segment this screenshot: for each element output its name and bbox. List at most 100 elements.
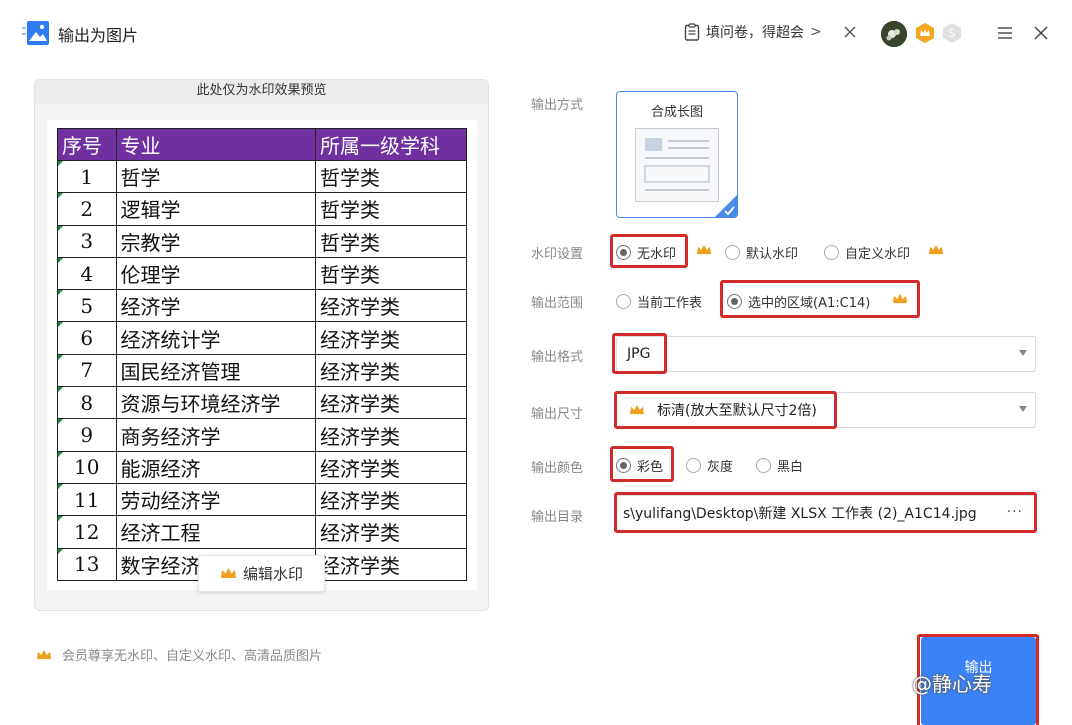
table-cell: 经济学类 xyxy=(315,386,467,420)
output-format-label: 输出格式 xyxy=(531,350,584,365)
table-row: 2 逻辑学 哲学类 xyxy=(57,192,467,226)
table-cell: 商务经济学 xyxy=(115,418,317,452)
output-mode-long-image-card[interactable]: 合成长图 xyxy=(616,91,738,218)
watermark-preview-panel: 此处仅为水印效果预览 序号 专业 所属一级学科 1 哲学 哲学类 2 逻辑学 哲学类 3 宗教学 哲学… xyxy=(34,79,489,611)
edit-watermark-button[interactable]: 编辑水印 xyxy=(198,555,325,592)
table-cell: 能源经济 xyxy=(115,450,317,484)
table-cell: 8 xyxy=(57,386,117,420)
table-row: 5 经济学 经济学类 xyxy=(57,289,467,323)
table-row: 6 经济统计学 经济学类 xyxy=(57,321,467,355)
table-header-row: 序号 专业 所属一级学科 xyxy=(57,128,467,161)
highlight-format xyxy=(612,333,667,374)
watermark-option-custom-label: 自定义水印 xyxy=(845,247,911,262)
dropdown-arrow-icon xyxy=(1019,406,1027,412)
radio-default[interactable] xyxy=(725,245,740,260)
long-image-icon xyxy=(635,128,719,202)
highlight-color xyxy=(610,446,674,482)
table-row: 11 劳动经济学 经济学类 xyxy=(57,482,467,517)
avatar[interactable] xyxy=(881,21,907,47)
output-size-label: 输出尺寸 xyxy=(531,407,584,422)
range-option-current-sheet[interactable]: 当前工作表 xyxy=(616,292,702,311)
table-cell: 经济学类 xyxy=(315,482,467,517)
close-survey-icon[interactable] xyxy=(842,24,858,40)
table-row: 9 商务经济学 经济学类 xyxy=(57,418,467,452)
table-cell: 11 xyxy=(57,482,117,517)
window-title: 输出为图片 xyxy=(58,26,139,45)
table-cell: 经济学类 xyxy=(315,353,467,388)
table-cell: 资源与环境经济学 xyxy=(115,386,317,420)
crown-icon xyxy=(929,244,943,255)
color-option-gray[interactable]: 灰度 xyxy=(686,456,733,475)
table-row: 4 伦理学 哲学类 xyxy=(57,256,467,291)
survey-text: 填问卷，得超会 xyxy=(706,25,804,41)
range-option-current-sheet-label: 当前工作表 xyxy=(637,296,703,311)
table-cell: 逻辑学 xyxy=(115,192,317,226)
title-bar: 输出为图片 填问卷，得超会 > S xyxy=(0,0,1072,70)
watermark-option-default[interactable]: 默认水印 xyxy=(725,243,798,262)
radio-gray[interactable] xyxy=(686,458,701,473)
avatar-image xyxy=(881,21,907,47)
menu-icon[interactable] xyxy=(996,24,1014,42)
member-note-text: 会员尊享无水印、自定义水印、高清品质图片 xyxy=(62,649,323,664)
watermark-option-custom[interactable]: 自定义水印 xyxy=(824,243,910,262)
super-member-badge-icon[interactable]: S xyxy=(941,22,963,44)
table-cell: 哲学 xyxy=(115,159,317,194)
table-cell: 13 xyxy=(57,547,117,581)
table-cell: 1 xyxy=(57,159,117,194)
radio-custom[interactable] xyxy=(824,245,839,260)
survey-link[interactable]: 填问卷，得超会 > xyxy=(684,22,822,42)
table-row: 3 宗教学 哲学类 xyxy=(57,224,467,258)
radio-current-sheet[interactable] xyxy=(616,294,631,309)
radio-bw[interactable] xyxy=(756,458,771,473)
table-cell: 经济学 xyxy=(115,289,317,323)
watermark-overlay-text: @静心寿 xyxy=(912,672,992,696)
output-mode-label: 输出方式 xyxy=(531,98,584,113)
table-cell: 经济学类 xyxy=(315,515,467,549)
output-format-select[interactable]: JPG xyxy=(616,336,1036,372)
color-option-bw-label: 黑白 xyxy=(777,460,804,475)
table-cell: 经济统计学 xyxy=(115,321,317,355)
crown-icon xyxy=(697,244,711,255)
output-mode-card-title: 合成长图 xyxy=(650,105,703,120)
table-header-cell: 所属一级学科 xyxy=(315,128,467,161)
table-row: 12 经济工程 经济学类 xyxy=(57,515,467,549)
highlight-directory xyxy=(614,492,1037,533)
output-color-label: 输出颜色 xyxy=(531,461,584,476)
close-window-icon[interactable] xyxy=(1032,24,1050,42)
table-header-cell: 专业 xyxy=(115,128,317,161)
table-cell: 哲学类 xyxy=(315,256,467,291)
table-cell: 经济学类 xyxy=(315,450,467,484)
highlight-range xyxy=(720,280,920,318)
preview-sheet: 序号 专业 所属一级学科 1 哲学 哲学类 2 逻辑学 哲学类 3 宗教学 哲学类 4 伦理学 哲学类 5 经济… xyxy=(47,120,477,590)
edit-watermark-label: 编辑水印 xyxy=(242,565,303,583)
table-cell: 10 xyxy=(57,450,117,484)
table-cell: 2 xyxy=(57,192,117,226)
clipboard-icon xyxy=(684,23,700,41)
color-option-bw[interactable]: 黑白 xyxy=(756,456,803,475)
table-header-cell: 序号 xyxy=(57,128,117,161)
table-cell: 伦理学 xyxy=(115,256,317,291)
table-cell: 经济工程 xyxy=(115,515,317,549)
crown-icon xyxy=(37,649,51,659)
table-cell: 经济学类 xyxy=(315,418,467,452)
output-directory-label: 输出目录 xyxy=(531,510,584,525)
table-cell: 经济学类 xyxy=(315,547,467,581)
watermark-option-default-label: 默认水印 xyxy=(746,247,799,262)
selected-check-icon xyxy=(715,195,737,217)
table-cell: 经济学类 xyxy=(315,289,467,323)
table-cell: 哲学类 xyxy=(315,224,467,258)
table-cell: 哲学类 xyxy=(315,159,467,194)
table-cell: 哲学类 xyxy=(315,192,467,226)
table-row: 1 哲学 哲学类 xyxy=(57,159,467,194)
vip-badge-icon[interactable] xyxy=(914,22,936,44)
highlight-watermark xyxy=(610,234,688,268)
table-cell: 劳动经济学 xyxy=(115,482,317,517)
table-cell: 国民经济管理 xyxy=(115,353,317,388)
table-row: 8 资源与环境经济学 经济学类 xyxy=(57,386,467,420)
table-cell: 宗教学 xyxy=(115,224,317,258)
table-cell: 9 xyxy=(57,418,117,452)
table-cell: 3 xyxy=(57,224,117,258)
table-row: 7 国民经济管理 经济学类 xyxy=(57,353,467,388)
table-row: 10 能源经济 经济学类 xyxy=(57,450,467,484)
output-range-label: 输出范围 xyxy=(531,296,584,311)
